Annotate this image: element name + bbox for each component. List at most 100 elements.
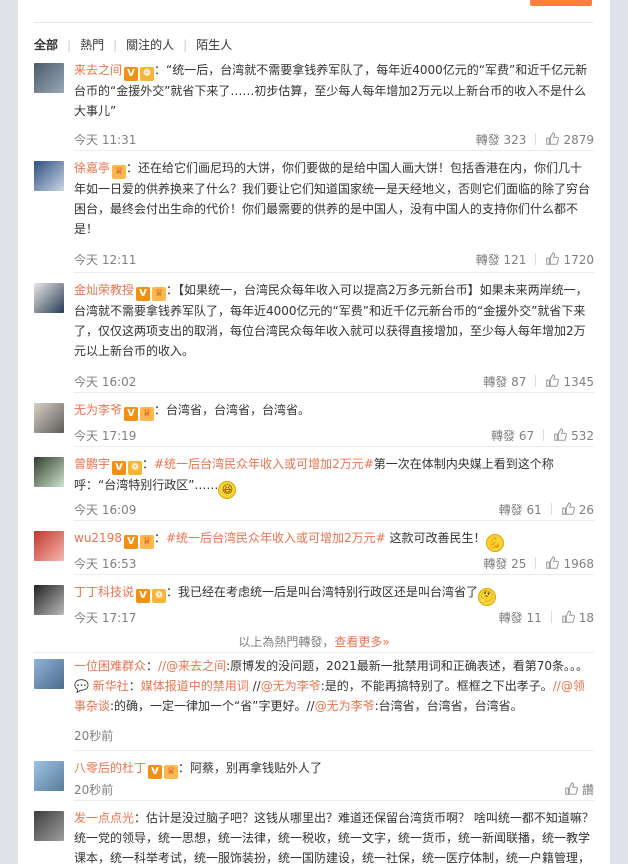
- like-button[interactable]: 1720: [545, 252, 594, 267]
- comment-text-segment: ：: [128, 679, 141, 693]
- member-level-icon: ♕: [140, 407, 155, 421]
- username-link[interactable]: 八零后的杜丁: [74, 761, 146, 775]
- username-link[interactable]: 徐嘉亭: [74, 161, 110, 175]
- avatar[interactable]: [34, 403, 64, 433]
- avatar[interactable]: [34, 457, 64, 487]
- like-count: 532: [571, 429, 594, 443]
- verified-badge-icon: V: [124, 67, 139, 81]
- like-button[interactable]: 18: [561, 610, 594, 625]
- laugh-emoji: 😆: [218, 481, 237, 499]
- comment-text-segment: :的确，一定一律加一个“省”字更好。//: [110, 699, 315, 713]
- avatar[interactable]: [34, 585, 64, 615]
- username-link[interactable]: 无为李爷: [74, 403, 122, 417]
- comment-text: 无为李爷 V ♕ ：台湾省，台湾省，台湾省。: [74, 400, 594, 421]
- gift-badge-icon: ❁: [128, 461, 143, 475]
- comment-text: 发一点点光：估计是没过脑子吧？这钱从哪里出？难道还保留台湾货币啊？ 啥叫统一都不…: [74, 808, 594, 864]
- comment-text: 八零后的杜丁 V ♕ ：阿蔡，别再拿钱贴外人了: [74, 758, 594, 779]
- timestamp: 今天 12:11: [74, 253, 137, 267]
- comment-text-segment: ：: [146, 659, 159, 673]
- repost-button[interactable]: 轉發 121: [476, 253, 527, 267]
- avatar[interactable]: [34, 161, 64, 191]
- avatar[interactable]: [34, 63, 64, 93]
- avatar[interactable]: [34, 811, 64, 841]
- strong-emoji: 💪: [485, 534, 504, 552]
- gift-badge-icon: ❁: [152, 589, 167, 603]
- filter-hot[interactable]: 熱門: [80, 36, 104, 53]
- submit-button[interactable]: [530, 0, 592, 6]
- timestamp: 20秒前: [74, 729, 114, 743]
- mention-link[interactable]: 💬 新华社: [74, 679, 129, 693]
- view-more-link[interactable]: 查看更多»: [334, 635, 389, 649]
- like-button[interactable]: 1345: [545, 374, 594, 389]
- comment-text: 金灿荣教授 V ♕ ：【如果统一，台湾民众每年收入可以提高2万多元新台币】如果未来两岸…: [74, 280, 594, 361]
- like-button[interactable]: 讚: [564, 782, 594, 797]
- timestamp: 今天 16:09: [74, 503, 137, 517]
- filter-following[interactable]: 關注的人: [126, 36, 174, 53]
- like-count: 18: [578, 611, 594, 625]
- avatar[interactable]: [34, 283, 64, 313]
- like-label: 讚: [581, 783, 594, 797]
- verified-badge-icon: V: [136, 589, 151, 603]
- filter-stranger[interactable]: 陌生人: [196, 36, 232, 53]
- thumb-up-icon: [545, 374, 560, 388]
- comment-text: 徐嘉亭 ♕ ：还在给它们画尼玛的大饼，你们要做的是给中国人画大饼！包括香港在内，你们…: [74, 158, 594, 239]
- like-button[interactable]: 26: [561, 502, 594, 517]
- member-level-icon: ♕: [152, 287, 167, 301]
- avatar[interactable]: [34, 659, 64, 689]
- username-link[interactable]: 来去之间: [74, 63, 122, 77]
- comment-text-segment: ：估计是没过脑子吧？这钱从哪里出？难道还保留台湾货币啊？ 啥叫统一都不知道嘛？统…: [74, 811, 594, 864]
- comment-text: wu2198 V ♕ ：#统一后台湾民众年收入或可增加2万元# 这款可改善民生！ 💪: [74, 528, 594, 552]
- mention-link[interactable]: @无为李爷: [261, 679, 321, 693]
- verified-badge-icon: V: [112, 461, 127, 475]
- thumb-up-icon: [545, 556, 560, 570]
- username-link[interactable]: wu2198: [74, 531, 122, 545]
- comment-text-segment: ：还在给它们画尼玛的大饼，你们要做的是给中国人画大饼！包括香港在内，你们几十年如…: [74, 161, 591, 236]
- username-link[interactable]: 一位困难群众: [74, 659, 146, 673]
- mention-link[interactable]: #统一后台湾民众年收入或可增加2万元#: [166, 531, 386, 545]
- think-emoji: 🤔: [478, 588, 497, 606]
- comment-meta: 今天 16:09 轉發 61 26: [74, 500, 594, 520]
- comment-meta: 今天 17:19 轉發 67 532: [74, 426, 594, 446]
- mention-link[interactable]: @无为李爷: [315, 699, 375, 713]
- comment-meta: 20秒前 讚: [74, 780, 594, 800]
- avatar[interactable]: [34, 761, 64, 791]
- comment-text-segment: ：阿蔡，别再拿钱贴外人了: [178, 761, 323, 775]
- more-hot-row: 以上為熱門轉發，查看更多»: [238, 635, 390, 649]
- repost-button[interactable]: 轉發 25: [483, 557, 526, 571]
- like-button[interactable]: 1968: [545, 556, 594, 571]
- comment-meta: 今天 11:31 轉發 323 2879: [74, 130, 594, 150]
- repost-button[interactable]: 轉發 323: [476, 133, 527, 147]
- like-count: 1720: [563, 253, 594, 267]
- filter-all[interactable]: 全部: [34, 36, 58, 53]
- mention-link[interactable]: //@来去之间: [158, 659, 226, 673]
- like-button[interactable]: 532: [553, 428, 594, 443]
- mention-link[interactable]: #统一后台湾民众年收入或可增加2万元#: [154, 457, 374, 471]
- like-count: 26: [578, 503, 594, 517]
- timestamp: 今天 16:53: [74, 557, 137, 571]
- username-link[interactable]: 金灿荣教授: [74, 283, 134, 297]
- timestamp: 今天 17:19: [74, 429, 137, 443]
- repost-button[interactable]: 轉發 67: [491, 429, 534, 443]
- mention-link[interactable]: 媒体报道中的禁用词: [141, 679, 249, 693]
- repost-button[interactable]: 轉發 11: [499, 611, 542, 625]
- comment-text: 丁丁科技说 V ❁ ：我已经在考虑统一后是叫台湾特别行政区还是叫台湾省了 🤔: [74, 582, 594, 606]
- comment-panel: 全部 | 熱門 | 關注的人 | 陌生人 来去之间 V ❁ ：“统一后，台湾就不需要拿…: [18, 0, 610, 864]
- comment-text-segment: :原博发的没问题，2021最新一批禁用词和正确表述，看第70条。。。: [226, 659, 588, 673]
- repost-button[interactable]: 轉發 87: [483, 375, 526, 389]
- member-level-icon: ♕: [112, 165, 127, 179]
- comment-text-segment: ：: [153, 531, 166, 545]
- member-level-icon: ♕: [164, 765, 179, 779]
- comment-text: 曾鹏宇 V ❁ ：#统一后台湾民众年收入或可增加2万元#第一次在体制内央媒上看到这个称…: [74, 454, 594, 499]
- username-link[interactable]: 发一点点光: [74, 811, 134, 825]
- repost-button[interactable]: 轉發 61: [499, 503, 542, 517]
- avatar[interactable]: [34, 531, 64, 561]
- thumb-up-icon: [561, 502, 575, 516]
- like-button[interactable]: 2879: [545, 132, 594, 147]
- username-link[interactable]: 丁丁科技说: [74, 585, 134, 599]
- verified-badge-icon: V: [123, 535, 138, 549]
- gift-badge-icon: ❁: [140, 67, 155, 81]
- comment-meta: 今天 12:11 轉發 121 1720: [74, 250, 594, 270]
- username-link[interactable]: 曾鹏宇: [74, 457, 110, 471]
- verified-badge-icon: V: [148, 765, 163, 779]
- comment-text-segment: 这款可改善民生！: [385, 531, 486, 545]
